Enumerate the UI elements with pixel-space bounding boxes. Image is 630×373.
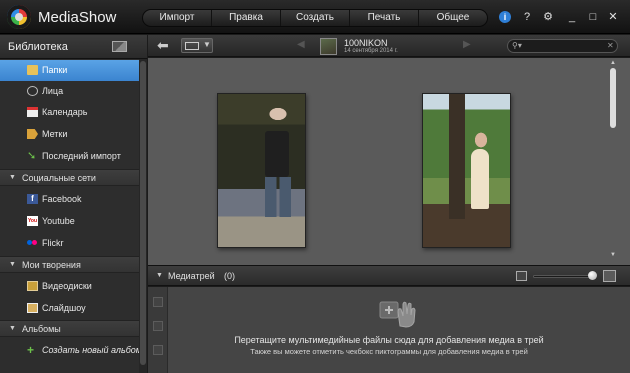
photo-thumbnail[interactable] <box>422 93 511 248</box>
section-label: Социальные сети <box>22 173 96 183</box>
sidebar-item-label: Слайдшоу <box>42 303 86 313</box>
gallery-scrollbar[interactable]: ▲ ▼ <box>607 60 619 263</box>
collapse-triangle-icon[interactable]: ▼ <box>156 272 163 279</box>
section-albums[interactable]: ▼ Альбомы <box>0 320 139 337</box>
gallery-scrollbar-thumb[interactable] <box>610 68 616 128</box>
sidebar-item-label: Папки <box>42 65 68 75</box>
sidebar-item-tags[interactable]: Метки <box>0 124 139 145</box>
sidebar-item-label: Видеодиски <box>42 281 92 291</box>
sidebar-item-label: Youtube <box>42 216 75 226</box>
sidebar-item-last-import[interactable]: ➘ Последний импорт <box>0 146 139 167</box>
scroll-down-icon[interactable]: ▼ <box>610 252 616 258</box>
sidebar-item-label: Последний импорт <box>42 151 121 161</box>
sidebar-item-folders[interactable]: Папки <box>0 60 139 81</box>
app-title: MediaShow <box>38 9 117 26</box>
media-tray-label: Медиатрей <box>168 271 215 281</box>
flickr-icon <box>27 238 38 248</box>
search-icon[interactable]: ⚲▾ <box>512 41 522 50</box>
sidebar-scrollbar[interactable] <box>139 59 147 373</box>
slider-knob[interactable] <box>588 271 597 280</box>
collapse-triangle-icon: ▼ <box>9 325 16 332</box>
folder-date: 14 сентября 2014 г. <box>344 48 398 54</box>
search-box[interactable]: ⚲▾ ✕ <box>507 39 618 53</box>
sidebar-item-faces[interactable]: Лица <box>0 81 139 102</box>
maximize-icon[interactable]: □ <box>587 11 599 23</box>
section-label: Альбомы <box>22 324 61 334</box>
section-social[interactable]: ▼ Социальные сети <box>0 169 139 186</box>
sidebar-item-facebook[interactable]: f Facebook <box>0 189 139 210</box>
sidebar-item-label: Метки <box>42 129 68 139</box>
collapse-triangle-icon: ▼ <box>9 174 16 181</box>
section-label: Мои творения <box>22 260 81 270</box>
search-clear-icon[interactable]: ✕ <box>607 41 614 50</box>
media-tray-header: ▼ Медиатрей (0) <box>148 265 630 286</box>
menu-print[interactable]: Печать <box>350 10 419 26</box>
face-icon <box>27 86 38 96</box>
menu-general[interactable]: Общее <box>419 10 487 26</box>
sidebar-item-label: Flickr <box>42 238 64 248</box>
app-logo-icon <box>7 5 31 29</box>
sidebar-item-calendar[interactable]: Календарь <box>0 102 139 123</box>
drop-hint-primary: Перетащите мультимедийные файлы сюда для… <box>234 335 544 345</box>
sidebar-item-label: Лица <box>42 86 64 96</box>
library-header: Библиотека <box>0 35 147 59</box>
menu-create[interactable]: Создать <box>281 10 350 26</box>
drop-hint-secondary: Также вы можете отметить чекбокс пиктогр… <box>250 347 528 356</box>
menu-import[interactable]: Импорт <box>143 10 212 26</box>
help-icon[interactable]: ? <box>521 11 533 23</box>
youtube-icon: You <box>27 216 38 226</box>
content-toolbar: ⬅ ▼ ◀ 100NIKON 14 сентября 2014 г. ▶ ⚲▾ … <box>148 35 630 57</box>
sidebar: Библиотека Папки Лица Календарь Метки ➘ … <box>0 35 147 373</box>
import-icon: ➘ <box>27 150 37 162</box>
sidebar-item-label: Facebook <box>42 194 82 204</box>
collapse-triangle-icon: ▼ <box>9 261 16 268</box>
tray-save-icon[interactable] <box>153 321 163 331</box>
tray-copy-icon[interactable] <box>153 297 163 307</box>
small-thumbnails-icon[interactable] <box>516 271 527 281</box>
next-folder-icon[interactable]: ▶ <box>463 39 471 50</box>
back-arrow-icon[interactable]: ⬅ <box>157 38 175 52</box>
close-icon[interactable]: ✕ <box>607 11 619 23</box>
chevron-down-icon: ▼ <box>203 40 211 49</box>
gear-icon[interactable]: ⚙ <box>542 11 554 23</box>
menu-edit[interactable]: Правка <box>212 10 281 26</box>
sidebar-scrollbar-thumb[interactable] <box>140 61 146 365</box>
minimize-icon[interactable]: _ <box>566 11 578 23</box>
create-album-label: Создать новый альбом <box>42 345 142 355</box>
disc-icon <box>27 281 38 291</box>
view-mode-dropdown[interactable]: ▼ <box>181 38 213 53</box>
main-menu: Импорт Правка Создать Печать Общее <box>142 9 488 27</box>
tray-tools <box>148 287 168 373</box>
sidebar-item-label: Календарь <box>42 107 88 117</box>
media-tray[interactable]: Перетащите мультимедийные файлы сюда для… <box>148 287 630 373</box>
update-info-icon[interactable]: i <box>499 11 511 23</box>
sidebar-item-video-discs[interactable]: Видеодиски <box>0 276 139 297</box>
sidebar-item-youtube[interactable]: You Youtube <box>0 211 139 232</box>
folder-icon <box>27 65 38 75</box>
drag-drop-icon <box>379 301 416 328</box>
photo-thumbnail[interactable] <box>217 93 306 248</box>
thumbnail-size-slider[interactable] <box>533 275 595 278</box>
tag-icon <box>27 129 38 139</box>
section-my-creations[interactable]: ▼ Мои творения <box>0 256 139 273</box>
folder-name: 100NIKON <box>344 38 388 48</box>
title-bar: MediaShow Импорт Правка Создать Печать О… <box>0 0 630 34</box>
plus-icon: + <box>27 343 35 357</box>
sidebar-item-slideshow[interactable]: Слайдшоу <box>0 298 139 319</box>
photo-gallery: ▲ ▼ <box>148 58 630 265</box>
image-library-icon[interactable] <box>112 41 127 52</box>
search-input[interactable] <box>525 41 603 52</box>
previous-folder-icon[interactable]: ◀ <box>297 39 305 50</box>
library-title: Библиотека <box>8 41 68 53</box>
calendar-icon <box>27 107 38 117</box>
create-album-button[interactable]: + Создать новый альбом <box>0 340 142 361</box>
slideshow-icon <box>27 303 38 313</box>
facebook-icon: f <box>27 194 38 204</box>
sidebar-item-flickr[interactable]: Flickr <box>0 233 139 254</box>
thumbnail-view-icon <box>185 42 199 50</box>
large-thumbnails-icon[interactable] <box>603 270 616 282</box>
media-tray-count: (0) <box>224 271 235 281</box>
scroll-up-icon[interactable]: ▲ <box>610 60 616 66</box>
folder-thumbnail <box>320 38 337 55</box>
